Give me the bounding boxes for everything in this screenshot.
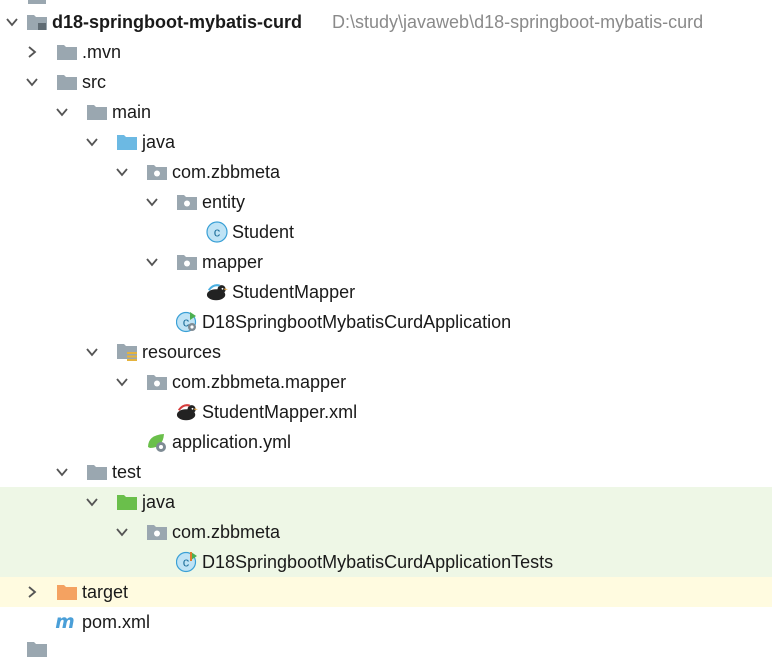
mybatis-bird-icon	[206, 281, 228, 303]
chevron-down-icon[interactable]	[112, 522, 132, 542]
tree-item-label: Student	[232, 222, 295, 242]
module-folder-icon	[26, 11, 48, 33]
folder-icon	[56, 41, 78, 63]
tree-row-application-tests[interactable]: c D18SpringbootMybatisCurdApplicationTes…	[0, 547, 772, 577]
mybatis-xml-icon	[176, 401, 198, 423]
chevron-down-icon[interactable]	[82, 342, 102, 362]
tree-row-resources[interactable]: resources	[0, 337, 772, 367]
tree-row-test-java[interactable]: java	[0, 487, 772, 517]
project-tree: d18-springboot-mybatis-curd D:\study\jav…	[0, 0, 772, 657]
tree-item-label: com.zbbmeta	[172, 522, 281, 542]
tree-row-test-package[interactable]: com.zbbmeta	[0, 517, 772, 547]
tree-item-label: entity	[202, 192, 246, 212]
tree-row-mvn[interactable]: .mvn	[0, 37, 772, 67]
tree-row-cut-top	[0, 0, 772, 6]
module-folder-icon	[26, 638, 48, 660]
tree-row-target[interactable]: target	[0, 577, 772, 607]
tree-item-label: java	[142, 492, 176, 512]
tree-item-label: .mvn	[82, 42, 122, 62]
chevron-right-icon[interactable]	[22, 582, 42, 602]
tree-row-package[interactable]: com.zbbmeta	[0, 157, 772, 187]
tree-item-path: D:\study\javaweb\d18-springboot-mybatis-…	[332, 12, 704, 32]
chevron-down-icon[interactable]	[52, 462, 72, 482]
spring-config-icon	[146, 431, 168, 453]
source-folder-icon	[116, 131, 138, 153]
test-class-icon: c	[176, 551, 198, 573]
tree-item-label: StudentMapper	[232, 282, 356, 302]
tree-item-label: com.zbbmeta.mapper	[172, 372, 347, 392]
tree-row-application[interactable]: c D18SpringbootMybatisCurdApplication	[0, 307, 772, 337]
tree-item-label: application.yml	[172, 432, 292, 452]
chevron-down-icon[interactable]	[142, 192, 162, 212]
svg-text:c: c	[183, 555, 190, 570]
package-icon	[146, 161, 168, 183]
tree-item-label: target	[82, 582, 129, 602]
chevron-down-icon[interactable]	[82, 492, 102, 512]
tree-row-student-mapper[interactable]: StudentMapper	[0, 277, 772, 307]
tree-item-label: src	[82, 72, 106, 92]
tree-item-label: mapper	[202, 252, 264, 272]
excluded-folder-icon	[56, 581, 78, 603]
package-icon	[146, 521, 168, 543]
spring-boot-class-icon: c	[176, 311, 198, 333]
tree-row-mapper[interactable]: mapper	[0, 247, 772, 277]
tree-row-pom[interactable]: m pom.xml	[0, 607, 772, 637]
tree-item-label: java	[142, 132, 176, 152]
tree-row-main-java[interactable]: java	[0, 127, 772, 157]
folder-icon	[86, 461, 108, 483]
chevron-down-icon[interactable]	[142, 252, 162, 272]
class-icon: c	[206, 221, 228, 243]
tree-row-mapper-xml[interactable]: StudentMapper.xml	[0, 397, 772, 427]
resources-folder-icon	[116, 341, 138, 363]
chevron-right-icon[interactable]	[22, 42, 42, 62]
folder-icon	[56, 71, 78, 93]
chevron-down-icon[interactable]	[2, 12, 22, 32]
chevron-down-icon[interactable]	[22, 72, 42, 92]
package-icon	[176, 191, 198, 213]
chevron-down-icon[interactable]	[112, 372, 132, 392]
tree-item-label: main	[112, 102, 152, 122]
chevron-down-icon[interactable]	[82, 132, 102, 152]
tree-item-label: D18SpringbootMybatisCurdApplicationTests	[202, 552, 554, 572]
chevron-down-icon[interactable]	[112, 162, 132, 182]
tree-item-label: test	[112, 462, 142, 482]
tree-row-root[interactable]: d18-springboot-mybatis-curd D:\study\jav…	[0, 7, 772, 37]
svg-text:c: c	[214, 225, 221, 240]
svg-text:m: m	[55, 612, 74, 633]
folder-icon	[86, 101, 108, 123]
tree-item-label: d18-springboot-mybatis-curd	[52, 12, 303, 32]
tree-row-test[interactable]: test	[0, 457, 772, 487]
tree-row-resources-package[interactable]: com.zbbmeta.mapper	[0, 367, 772, 397]
test-source-folder-icon	[116, 491, 138, 513]
tree-row-cut-bottom	[0, 638, 772, 660]
tree-item-label: resources	[142, 342, 222, 362]
tree-item-label: StudentMapper.xml	[202, 402, 358, 422]
chevron-down-icon[interactable]	[52, 102, 72, 122]
package-icon	[146, 371, 168, 393]
tree-row-main[interactable]: main	[0, 97, 772, 127]
tree-item-label: pom.xml	[82, 612, 151, 632]
tree-row-application-yml[interactable]: application.yml	[0, 427, 772, 457]
tree-row-entity[interactable]: entity	[0, 187, 772, 217]
tree-item-label: com.zbbmeta	[172, 162, 281, 182]
tree-row-student[interactable]: c Student	[0, 217, 772, 247]
tree-row-src[interactable]: src	[0, 67, 772, 97]
maven-icon: m	[54, 611, 76, 633]
tree-item-label: D18SpringbootMybatisCurdApplication	[202, 312, 512, 332]
package-icon	[176, 251, 198, 273]
